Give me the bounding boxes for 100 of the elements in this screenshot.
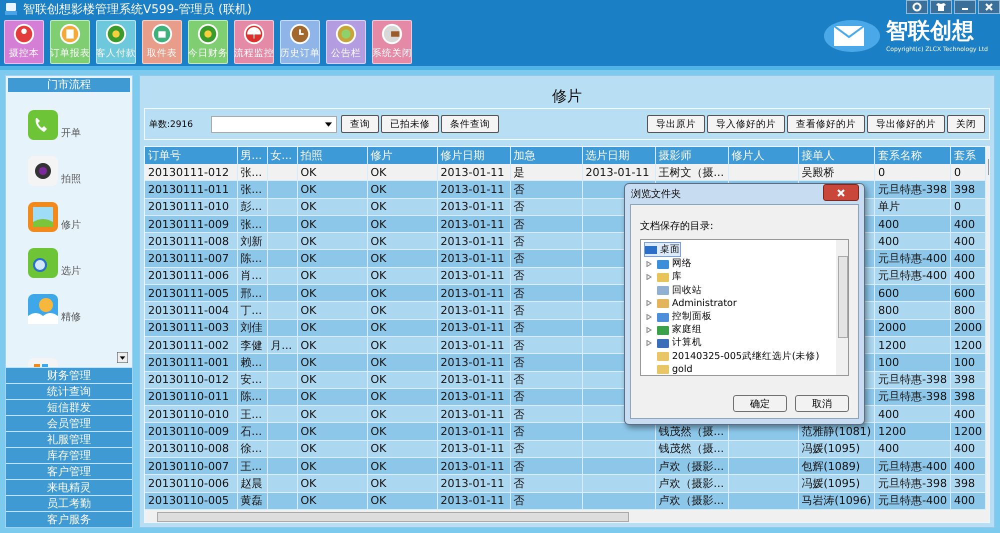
- table-cell: OK: [300, 494, 316, 508]
- dialog-button[interactable]: 确定: [733, 395, 787, 412]
- column-header[interactable]: 接单人: [798, 147, 875, 164]
- sidebar-item-label[interactable]: 精修: [61, 310, 81, 324]
- tree-item[interactable]: 回收站: [644, 284, 702, 297]
- minimize-icon[interactable]: [954, 0, 976, 14]
- table-cell: 2000: [954, 321, 982, 334]
- sidebar-item-label[interactable]: 修片: [61, 218, 81, 232]
- sidebar-item-label[interactable]: 拍照: [61, 172, 81, 186]
- toolbar-button[interactable]: 历史订单: [280, 20, 320, 64]
- column-header[interactable]: 拍照: [297, 147, 367, 164]
- table-cell: 20130110-011: [148, 390, 229, 404]
- tree-scrollbar[interactable]: [836, 240, 848, 375]
- toolbar-button[interactable]: 今日财务: [188, 20, 228, 64]
- table-cell: 20130111-002: [148, 338, 229, 352]
- search-button[interactable]: 查询: [341, 115, 379, 133]
- toolbar-button[interactable]: 流程监控: [234, 20, 274, 64]
- column-header[interactable]: 修片人: [728, 147, 798, 164]
- toolbar-button[interactable]: 公告栏: [326, 20, 366, 64]
- toolbar-button[interactable]: 摄控本: [4, 20, 44, 64]
- table-cell: 20130111-009: [148, 218, 229, 231]
- sidebar-menu-item[interactable]: 客户服务: [6, 511, 132, 527]
- toolbar-button[interactable]: 订单报表: [50, 20, 90, 64]
- table-cell: 否: [514, 442, 524, 456]
- table-cell: 徐...: [240, 442, 262, 456]
- magnifier-icon[interactable]: [28, 248, 58, 278]
- sidebar-item-label[interactable]: 开单: [61, 126, 81, 140]
- tree-item[interactable]: Administrator: [644, 296, 737, 310]
- column-header[interactable]: 摄影师: [655, 147, 728, 164]
- toolbar-button[interactable]: 取件表: [142, 20, 182, 64]
- table-cell: 2013-01-11: [440, 356, 504, 369]
- column-header[interactable]: 加急: [510, 147, 582, 164]
- phone-icon[interactable]: [28, 110, 58, 140]
- expand-arrow-icon[interactable]: [646, 300, 652, 306]
- search-button[interactable]: 条件查询: [441, 115, 499, 133]
- table-cell: 400: [954, 269, 976, 282]
- column-header[interactable]: 男...: [237, 147, 267, 164]
- table-cell: 包辉(1089): [802, 460, 860, 473]
- tree-item[interactable]: gold: [644, 362, 693, 375]
- close-icon[interactable]: [978, 0, 1000, 14]
- sidebar-menu-item[interactable]: 来电精灵: [6, 479, 132, 495]
- dialog-button[interactable]: 取消: [795, 395, 849, 412]
- table-cell: 丁...: [240, 304, 262, 317]
- toolbar-button[interactable]: 客人付款: [96, 20, 136, 64]
- shirt-icon[interactable]: [930, 0, 952, 14]
- sidebar-menu-item[interactable]: 礼服管理: [6, 431, 132, 447]
- column-header[interactable]: 套系: [950, 147, 986, 164]
- search-button[interactable]: 已拍未修: [381, 115, 439, 133]
- table-cell: OK: [370, 338, 386, 352]
- tree-item[interactable]: 20140325-005武继红选片(未修): [644, 350, 820, 363]
- dropdown-arrow-icon[interactable]: [117, 352, 128, 363]
- table-cell: 钱茂然（摄...: [658, 442, 724, 456]
- close-button[interactable]: [823, 184, 859, 201]
- sun-icon[interactable]: [28, 294, 58, 324]
- table-cell: 400: [954, 408, 976, 421]
- table-cell: 否: [514, 182, 524, 196]
- picture-icon[interactable]: [28, 202, 58, 232]
- action-button[interactable]: 导出原片: [647, 115, 705, 133]
- table-cell: 20130110-012: [148, 373, 229, 386]
- sidebar-menu-item[interactable]: 库存管理: [6, 447, 132, 463]
- sidebar-menu-item[interactable]: 客户管理: [6, 463, 132, 479]
- caret-icon[interactable]: [325, 122, 332, 126]
- table-cell: 元旦特惠-398: [878, 373, 948, 386]
- column-header[interactable]: 套系名称: [874, 147, 951, 164]
- table-cell: 元旦特惠-398: [878, 390, 948, 404]
- table-cell: 否: [514, 408, 524, 421]
- toolbar-button[interactable]: 系统关闭: [372, 20, 412, 64]
- tree-item[interactable]: 控制面板: [644, 310, 712, 324]
- column-header[interactable]: 修片日期: [437, 147, 510, 164]
- action-button[interactable]: 导入修好的片: [707, 115, 785, 133]
- table-cell: 元旦特惠-398: [878, 476, 948, 490]
- action-button[interactable]: 关闭: [947, 115, 985, 133]
- settings-icon[interactable]: [906, 0, 928, 14]
- sidebar-menu-item[interactable]: 员工考勤: [6, 495, 132, 511]
- table-cell: 1200: [954, 338, 982, 352]
- sidebar-menu-item[interactable]: 统计查询: [6, 383, 132, 399]
- table-cell: OK: [370, 476, 386, 490]
- sidebar-menu-item[interactable]: 财务管理: [6, 367, 132, 383]
- action-button[interactable]: 导出修好的片: [867, 115, 945, 133]
- column-header[interactable]: 修片: [367, 147, 437, 164]
- column-header[interactable]: 订单号: [145, 147, 237, 164]
- horizontal-scrollbar[interactable]: [145, 510, 989, 522]
- table-cell: 20130111-008: [148, 234, 229, 248]
- tree-item[interactable]: 网络: [644, 257, 692, 270]
- tree-item[interactable]: 家庭组: [644, 323, 702, 336]
- tree-item[interactable]: 库: [644, 270, 682, 284]
- table-cell: OK: [300, 269, 316, 282]
- table-cell: OK: [370, 304, 386, 317]
- column-header[interactable]: 选片日期: [582, 147, 655, 164]
- sidebar-item-label[interactable]: 选片: [61, 264, 81, 278]
- sidebar-menu-item[interactable]: 短信群发: [6, 399, 132, 415]
- sidebar-menu-item[interactable]: 会员管理: [6, 415, 132, 431]
- table-cell: OK: [370, 234, 386, 248]
- table-cell: OK: [370, 390, 386, 404]
- tree-item[interactable]: 桌面: [644, 242, 681, 258]
- column-header[interactable]: 女...: [267, 147, 297, 164]
- action-button[interactable]: 查看修好的片: [787, 115, 865, 133]
- table-cell: 2013-01-11: [440, 200, 504, 214]
- camera-icon[interactable]: [28, 156, 58, 186]
- tree-item[interactable]: 计算机: [644, 336, 702, 350]
